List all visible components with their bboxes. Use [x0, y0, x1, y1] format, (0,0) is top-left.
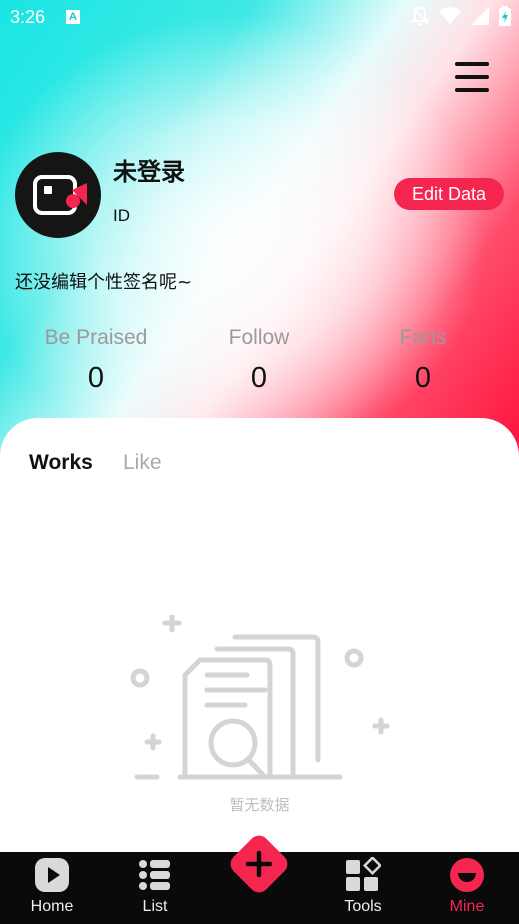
- stat-value: 0: [414, 362, 432, 394]
- nav-item-mine[interactable]: Mine: [427, 852, 507, 924]
- edit-data-button[interactable]: Edit Data: [394, 178, 504, 210]
- nav-label: Home: [30, 898, 74, 915]
- avatar[interactable]: [15, 152, 101, 238]
- stat-fans[interactable]: Fans 0: [343, 326, 503, 395]
- wifi-icon: [439, 7, 461, 24]
- tab-like[interactable]: Like: [123, 451, 162, 475]
- nav-item-list[interactable]: List: [115, 852, 195, 924]
- status-time: 3:26: [10, 7, 46, 27]
- stat-label: Follow: [228, 326, 290, 349]
- stat-value: 0: [250, 362, 268, 394]
- stat-label: Be Praised: [44, 326, 148, 349]
- nav-label: Mine: [449, 898, 485, 915]
- username: 未登录: [113, 158, 185, 186]
- app-logo-icon: [33, 175, 87, 215]
- menu-icon[interactable]: [455, 62, 495, 96]
- app-notification-icon: A: [66, 10, 80, 24]
- tools-icon: [346, 857, 381, 891]
- status-icons: [411, 6, 511, 26]
- battery-icon: [499, 6, 511, 26]
- empty-state-text: 暂无数据: [229, 796, 290, 814]
- nav-label: Tools: [344, 898, 382, 915]
- nav-item-home[interactable]: Home: [12, 852, 92, 924]
- menu-line: [455, 75, 489, 79]
- stat-follow[interactable]: Follow 0: [179, 326, 339, 395]
- tab-works[interactable]: Works: [29, 451, 93, 475]
- status-bar: 3:26 A: [0, 0, 519, 36]
- menu-line: [455, 88, 489, 92]
- nav-label: List: [142, 898, 168, 915]
- mine-icon: [450, 858, 484, 892]
- plus-icon: [245, 850, 273, 878]
- menu-line: [455, 62, 489, 66]
- stat-be-praised[interactable]: Be Praised 0: [16, 326, 176, 395]
- signature-text: 还没编辑个性签名呢~: [15, 272, 193, 293]
- empty-documents-icon: [130, 615, 390, 780]
- notifications-off-icon: [411, 6, 429, 26]
- signal-icon: [471, 7, 489, 25]
- list-icon: [139, 860, 170, 890]
- stat-value: 0: [87, 362, 105, 394]
- user-id: ID: [113, 206, 130, 225]
- stat-label: Fans: [399, 326, 447, 349]
- nav-item-tools[interactable]: Tools: [323, 852, 403, 924]
- home-play-icon: [35, 858, 69, 892]
